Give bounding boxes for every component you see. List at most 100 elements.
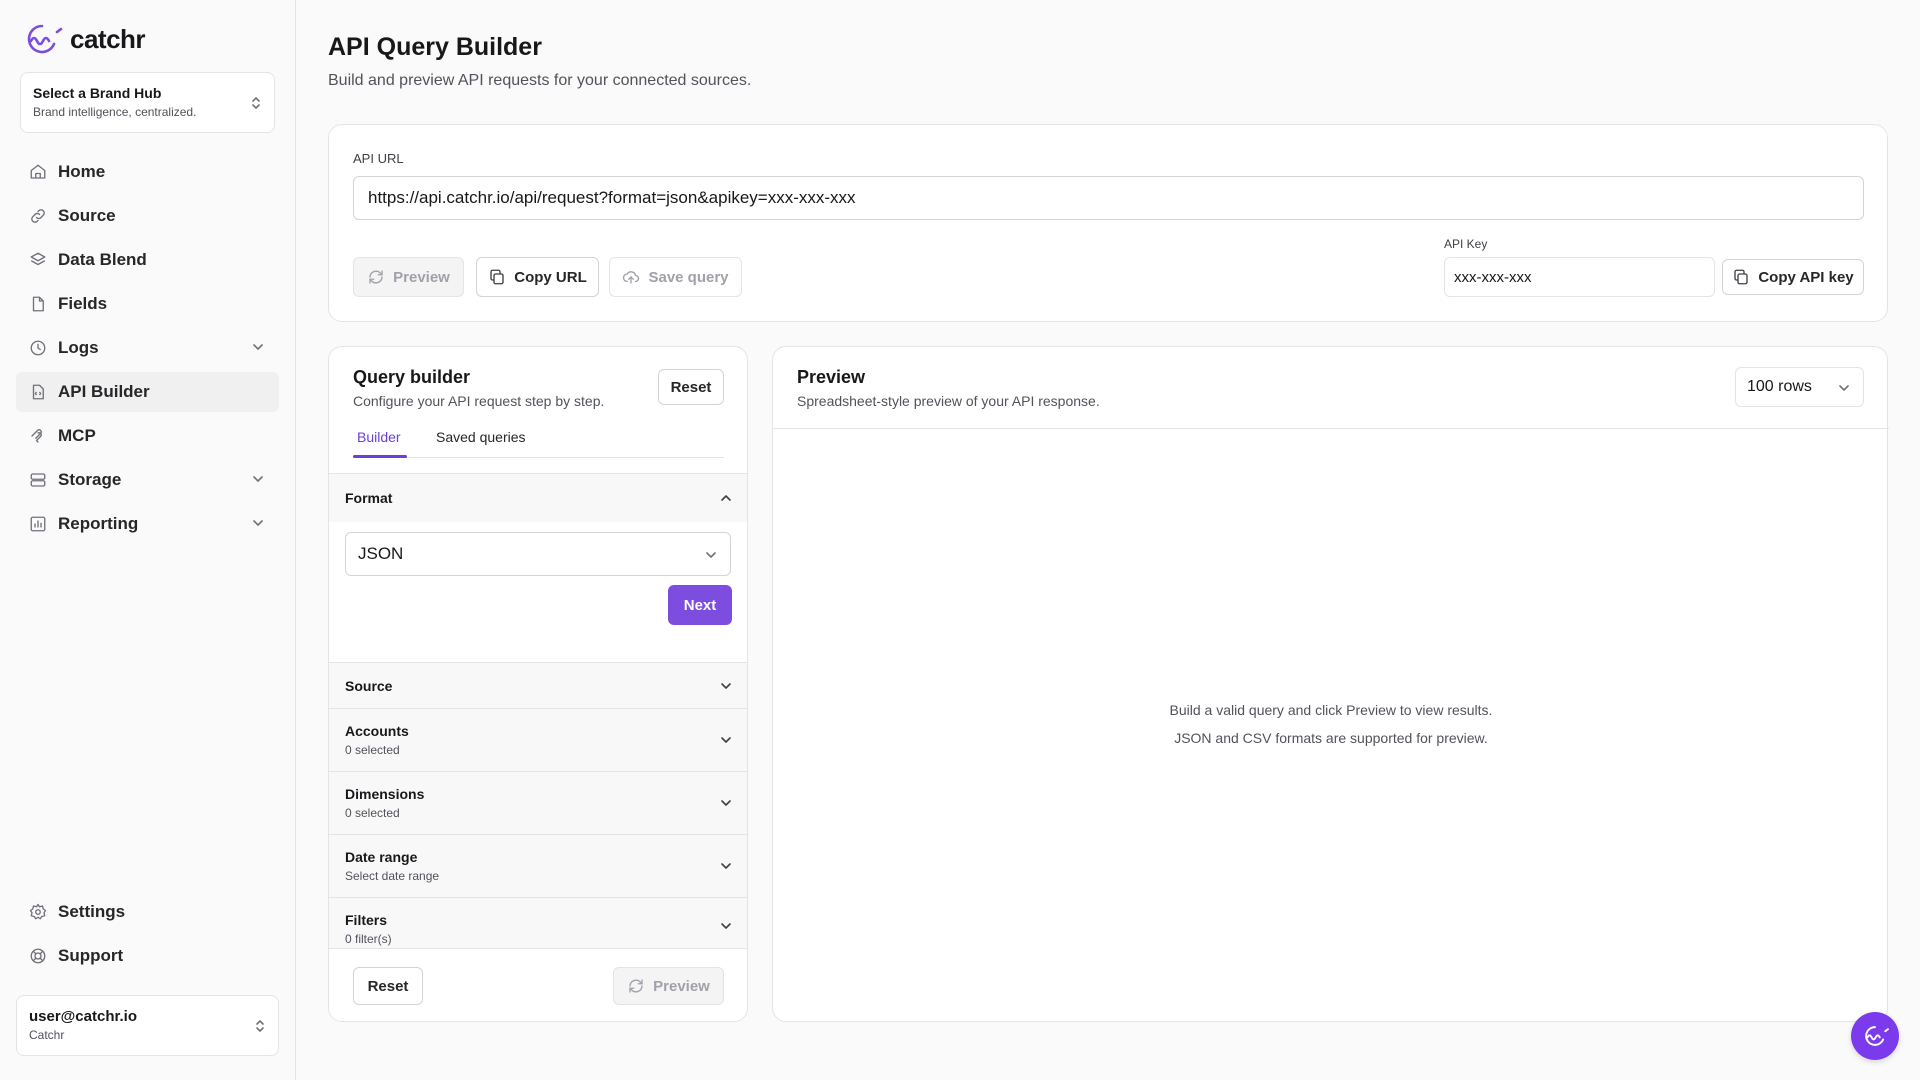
- sidebar-item-data-blend[interactable]: Data Blend: [16, 240, 279, 280]
- catchr-assistant-icon: [1860, 1024, 1890, 1048]
- tab-divider: [353, 457, 724, 458]
- database-icon: [28, 470, 48, 490]
- section-filters[interactable]: Filters 0 filter(s): [329, 897, 747, 948]
- api-url-label: API URL: [353, 151, 404, 166]
- copy-url-button[interactable]: Copy URL: [476, 257, 599, 297]
- sidebar-item-label: MCP: [58, 426, 96, 445]
- save-query-button[interactable]: Save query: [609, 257, 742, 297]
- chevron-down-icon: [704, 548, 718, 562]
- brand-hub-selector[interactable]: Select a Brand Hub Brand intelligence, c…: [20, 72, 275, 133]
- assistant-fab-button[interactable]: [1851, 1012, 1899, 1060]
- file-code-icon: [28, 382, 48, 402]
- format-select-value: JSON: [358, 544, 404, 563]
- tab-builder[interactable]: Builder: [357, 429, 401, 445]
- sidebar-item-logs[interactable]: Logs: [16, 328, 279, 368]
- sidebar-item-label: Fields: [58, 294, 108, 313]
- preview-empty-message: Build a valid query and click Preview to…: [1169, 702, 1493, 718]
- chevron-up-icon: [719, 491, 733, 505]
- copy-api-key-label: Copy API key: [1758, 268, 1854, 286]
- section-title: Source: [345, 678, 393, 694]
- catchr-logo-icon: [20, 22, 64, 56]
- section-subtitle: 0 filter(s): [345, 932, 392, 946]
- save-query-label: Save query: [648, 268, 729, 286]
- section-title: Accounts: [345, 723, 409, 739]
- sidebar-item-fields[interactable]: Fields: [16, 284, 279, 324]
- next-button[interactable]: Next: [668, 585, 732, 625]
- chevron-down-icon: [719, 919, 733, 933]
- sidebar: catchr Select a Brand Hub Brand intellig…: [0, 0, 296, 1080]
- preview-button[interactable]: Preview: [353, 257, 464, 297]
- gear-icon: [28, 902, 48, 922]
- sidebar-item-label: Reporting: [58, 514, 139, 533]
- footer-reset-label: Reset: [367, 977, 409, 995]
- brand-hub-title: Select a Brand Hub: [33, 85, 162, 101]
- copy-api-key-button[interactable]: Copy API key: [1722, 259, 1864, 295]
- chevron-down-icon: [719, 859, 733, 873]
- chart-icon: [28, 514, 48, 534]
- footer-reset-button[interactable]: Reset: [353, 967, 423, 1005]
- preview-button-label: Preview: [393, 268, 450, 286]
- refresh-icon: [627, 977, 645, 995]
- chevron-down-icon: [719, 796, 733, 810]
- section-subtitle: Select date range: [345, 869, 440, 883]
- format-select[interactable]: JSON: [345, 532, 731, 576]
- sidebar-item-reporting[interactable]: Reporting: [16, 504, 279, 544]
- section-date-range[interactable]: Date range Select date range: [329, 834, 747, 897]
- section-subtitle: 0 selected: [345, 743, 400, 757]
- rows-select-value: 100 rows: [1747, 378, 1812, 395]
- query-builder-card: Query builder Configure your API request…: [328, 346, 748, 1022]
- preview-subtitle: Spreadsheet-style preview of your API re…: [797, 393, 1100, 409]
- sidebar-item-label: Home: [58, 162, 106, 181]
- lifebuoy-icon: [28, 946, 48, 966]
- chevron-down-icon: [719, 733, 733, 747]
- chevron-down-icon: [1837, 381, 1851, 395]
- copy-icon: [488, 268, 506, 286]
- api-key-input[interactable]: [1444, 257, 1715, 297]
- sidebar-item-label: Support: [58, 946, 124, 965]
- query-builder-title: Query builder: [353, 367, 471, 387]
- link-icon: [28, 206, 48, 226]
- sidebar-item-label: Settings: [58, 902, 126, 921]
- sidebar-item-storage[interactable]: Storage: [16, 460, 279, 500]
- copy-url-label: Copy URL: [514, 268, 587, 286]
- sidebar-item-home[interactable]: Home: [16, 152, 279, 192]
- preview-empty-hint: JSON and CSV formats are supported for p…: [1174, 730, 1488, 746]
- section-source[interactable]: Source: [329, 662, 747, 708]
- user-menu[interactable]: user@catchr.io Catchr: [16, 995, 279, 1056]
- clock-icon: [28, 338, 48, 358]
- mcp-icon: [28, 426, 48, 446]
- tab-saved-queries[interactable]: Saved queries: [436, 429, 526, 445]
- section-format[interactable]: Format: [329, 473, 747, 522]
- api-url-input[interactable]: [353, 176, 1864, 220]
- sidebar-item-label: API Builder: [58, 382, 150, 401]
- preview-divider: [773, 428, 1889, 429]
- sidebar-item-api-builder[interactable]: API Builder: [16, 372, 279, 412]
- query-builder-footer: Reset Preview: [329, 948, 747, 1021]
- user-org: Catchr: [29, 1028, 65, 1042]
- section-accounts[interactable]: Accounts 0 selected: [329, 708, 747, 771]
- refresh-icon: [367, 268, 385, 286]
- section-title: Dimensions: [345, 786, 425, 802]
- footer-preview-label: Preview: [653, 977, 710, 995]
- sidebar-item-settings[interactable]: Settings: [16, 892, 279, 932]
- section-dimensions[interactable]: Dimensions 0 selected: [329, 771, 747, 834]
- reset-button[interactable]: Reset: [658, 369, 724, 405]
- reset-label: Reset: [670, 378, 712, 396]
- section-subtitle: 0 selected: [345, 806, 400, 820]
- sidebar-item-mcp[interactable]: MCP: [16, 416, 279, 456]
- sidebar-item-label: Data Blend: [58, 250, 147, 269]
- query-builder-subtitle: Configure your API request step by step.: [353, 393, 605, 409]
- footer-preview-button[interactable]: Preview: [613, 967, 724, 1005]
- sidebar-item-label: Source: [58, 206, 116, 225]
- catchr-logo[interactable]: catchr: [20, 22, 146, 56]
- sidebar-item-label: Storage: [58, 470, 122, 489]
- logo-text: catchr: [70, 23, 146, 54]
- sidebar-item-source[interactable]: Source: [16, 196, 279, 236]
- file-icon: [28, 294, 48, 314]
- rows-select[interactable]: 100 rows: [1735, 367, 1864, 407]
- sidebar-item-support[interactable]: Support: [16, 936, 279, 976]
- home-icon: [28, 162, 48, 182]
- bottom-nav: Settings Support: [16, 892, 279, 980]
- layers-icon: [28, 250, 48, 270]
- page-title: API Query Builder: [328, 33, 542, 61]
